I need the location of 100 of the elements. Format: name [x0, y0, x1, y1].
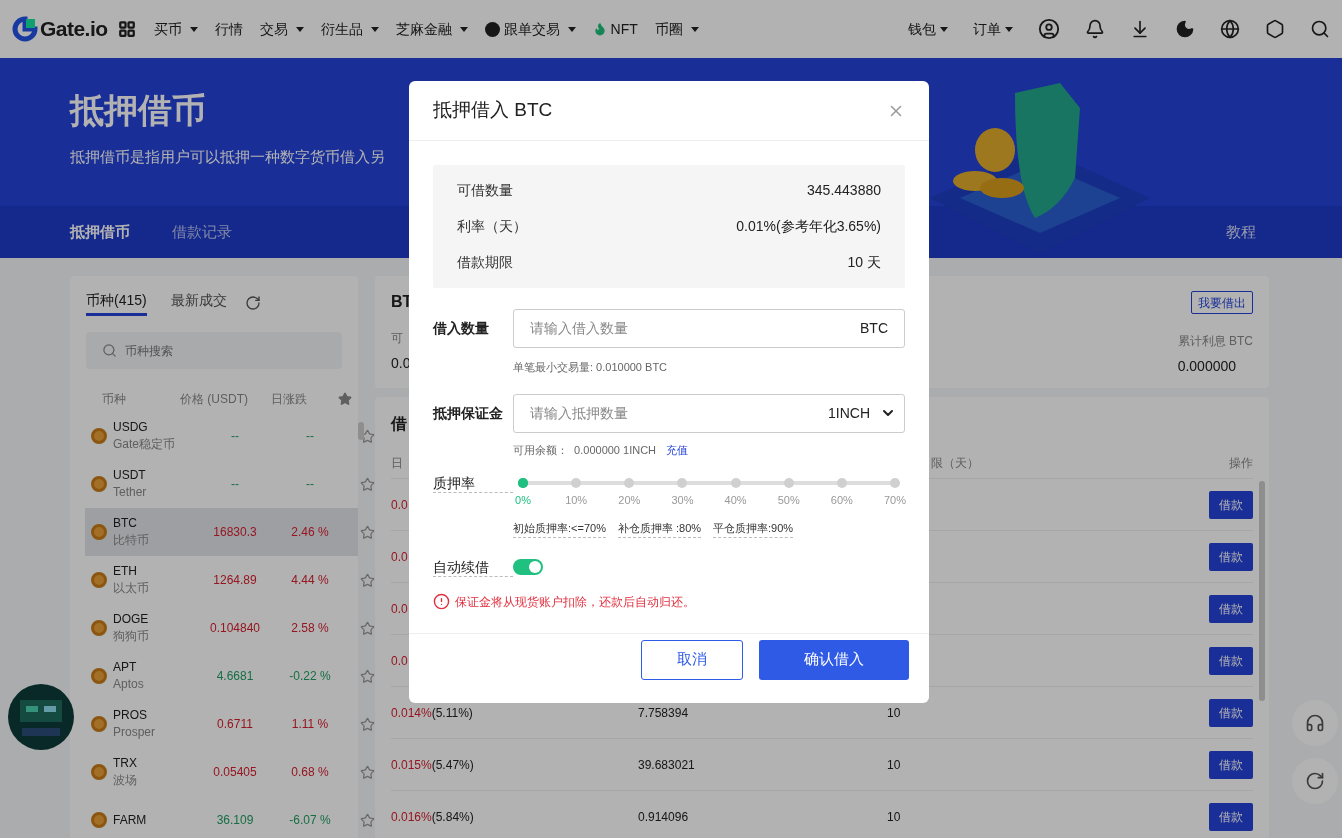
- caret-icon: [459, 26, 468, 32]
- collateral-input[interactable]: 请输入抵押数量: [530, 402, 828, 424]
- coin-icon: [91, 428, 107, 444]
- star-icon[interactable]: [360, 812, 375, 828]
- tab[interactable]: 最新成交: [170, 290, 227, 316]
- amount-input[interactable]: 请输入借入数量: [530, 318, 860, 339]
- bell-icon[interactable]: [1085, 19, 1105, 39]
- collateral-field[interactable]: 请输入抵押数量 1INCH: [513, 393, 905, 433]
- warning-text: 保证金将从现货账户扣除，还款后自动归还。: [455, 593, 695, 611]
- hexagon-icon[interactable]: [1265, 19, 1285, 39]
- nav-link[interactable]: 币圈: [654, 18, 699, 40]
- star-icon[interactable]: [360, 476, 375, 492]
- refresh-icon: [1305, 771, 1325, 791]
- column-header: 限（天）: [931, 455, 979, 472]
- star-icon[interactable]: [360, 524, 375, 540]
- caret-icon: [370, 26, 379, 32]
- ratio-note: 平仓质押率:90%: [713, 520, 794, 538]
- coin-change: 4.44 %: [290, 572, 330, 589]
- nav-link[interactable]: 钱包: [908, 18, 948, 40]
- coin-symbol: APT: [113, 659, 138, 676]
- info-value: 345.443880: [807, 181, 881, 200]
- slider-label: 50%: [777, 493, 800, 508]
- deposit-link[interactable]: 充值: [666, 441, 689, 458]
- coin-name: 狗狗币: [113, 628, 149, 645]
- download-icon[interactable]: [1130, 19, 1150, 39]
- support-button[interactable]: [1292, 700, 1338, 746]
- warning-icon: [433, 593, 450, 610]
- tab[interactable]: 抵押借币: [70, 220, 130, 244]
- star-icon[interactable]: [360, 764, 375, 780]
- star-icon[interactable]: [360, 620, 375, 636]
- coin-change: --: [305, 476, 315, 493]
- nav-link[interactable]: 交易: [259, 18, 304, 40]
- borrow-button[interactable]: 借款: [1209, 542, 1253, 571]
- tab[interactable]: 借款记录: [172, 220, 232, 244]
- currency-select[interactable]: 1INCH: [828, 402, 870, 424]
- star-icon[interactable]: [360, 668, 375, 684]
- nav-link[interactable]: 订单: [973, 18, 1013, 40]
- coin-name: 以太币: [113, 580, 149, 597]
- borrow-button[interactable]: 借款: [1209, 802, 1253, 831]
- coin-icon: [91, 524, 107, 540]
- confirm-button[interactable]: 确认借入: [759, 639, 909, 680]
- coin-icon: [91, 572, 107, 588]
- coin-icon: [91, 716, 107, 732]
- nav-link[interactable]: 跟单交易: [484, 18, 576, 40]
- star-icon[interactable]: [360, 716, 375, 732]
- borrow-button[interactable]: 借款: [1209, 646, 1253, 675]
- dialog-title: 抵押借入 BTC: [433, 98, 553, 123]
- card-title: 借: [391, 414, 407, 434]
- nav-link[interactable]: 行情: [214, 18, 243, 40]
- moon-icon[interactable]: [1175, 19, 1195, 39]
- search-field[interactable]: 币种搜索: [86, 332, 342, 369]
- flame-icon: [592, 22, 607, 36]
- borrow-button[interactable]: 借款: [1209, 594, 1253, 623]
- float-button[interactable]: [1292, 758, 1338, 804]
- borrow-amount-field[interactable]: 请输入借入数量 BTC: [513, 309, 905, 348]
- slider-label: 10%: [565, 493, 588, 508]
- nav-link[interactable]: 芝麻金融: [395, 18, 468, 40]
- tab[interactable]: 币种(415): [86, 290, 147, 316]
- scrollbar[interactable]: [1259, 481, 1265, 701]
- user-icon[interactable]: [1038, 18, 1060, 40]
- globe-icon[interactable]: [1220, 19, 1240, 39]
- days-cell-text: 10: [887, 704, 901, 722]
- borrow-button[interactable]: 借款: [1209, 698, 1253, 727]
- brand-logo[interactable]: Gate.io: [12, 13, 108, 45]
- tutorial-link[interactable]: 教程: [1226, 220, 1256, 244]
- coin-symbol: BTC: [113, 515, 138, 532]
- cancel-button[interactable]: 取消: [641, 639, 743, 680]
- coin-symbol: DOGE: [113, 611, 149, 628]
- star-icon[interactable]: [360, 428, 375, 444]
- coin-icon: [91, 476, 107, 492]
- slider-track[interactable]: [518, 478, 900, 488]
- rate-cell: 0.0: [391, 549, 408, 564]
- auto-renew-switch[interactable]: [513, 559, 543, 575]
- nav-link[interactable]: 买币: [153, 18, 198, 40]
- info-label: 借款期限: [457, 253, 513, 272]
- borrow-button[interactable]: 借款: [1209, 490, 1253, 519]
- slider-label: 30%: [671, 493, 694, 508]
- amount-cell: 39.683021: [638, 757, 695, 772]
- borrow-button[interactable]: 借款: [1209, 750, 1253, 779]
- apps-icon[interactable]: [117, 20, 136, 38]
- coin-change: 1.11 %: [290, 716, 330, 733]
- lend-button[interactable]: 我要借出: [1191, 291, 1253, 314]
- star-icon[interactable]: [338, 392, 352, 406]
- field-hint: 单笔最小交易量: 0.010000 BTC: [513, 360, 669, 375]
- coin-name: Tether: [113, 484, 147, 501]
- rate-cell: 0.0: [391, 601, 408, 616]
- search-icon[interactable]: [1310, 19, 1330, 39]
- nav-link[interactable]: 衍生品: [320, 18, 379, 40]
- search-input[interactable]: 币种搜索: [125, 341, 325, 360]
- refresh-icon[interactable]: [244, 295, 261, 311]
- coin-price: --: [230, 428, 240, 445]
- days-cell-text: 10: [887, 808, 901, 826]
- scrollbar[interactable]: [358, 422, 364, 440]
- nav-link[interactable]: NFT: [592, 18, 638, 40]
- slider-thumb[interactable]: [518, 478, 528, 488]
- coin-symbol: ETH: [113, 563, 138, 580]
- caret-icon: [189, 26, 198, 32]
- coin-price: 0.6711: [216, 716, 254, 733]
- star-icon[interactable]: [360, 572, 375, 588]
- caret-icon: [690, 26, 699, 32]
